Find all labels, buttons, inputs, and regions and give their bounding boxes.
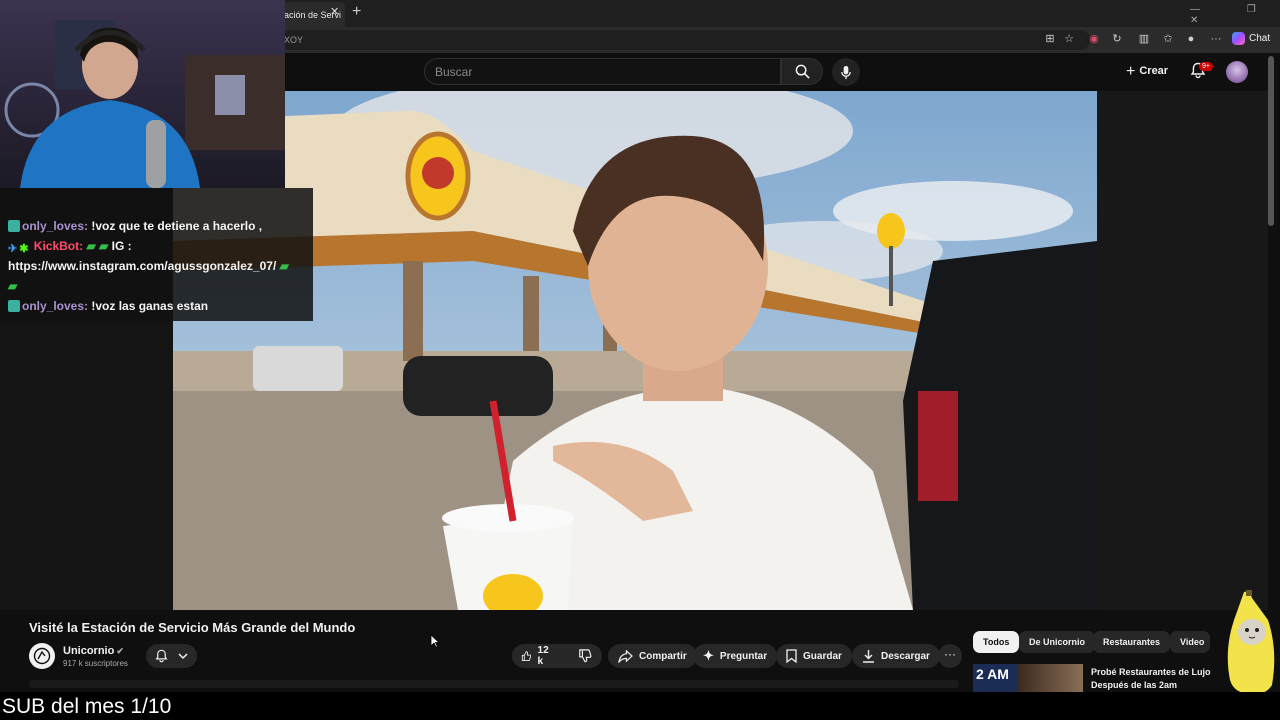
ask-label: Preguntar	[719, 650, 768, 662]
voice-search-button[interactable]	[832, 58, 860, 86]
chat-message: only_loves: !voz que te detiene a hacerl…	[8, 216, 313, 236]
car-emote-icon: ▰	[99, 239, 109, 253]
microphone-icon	[841, 65, 851, 79]
bot-badge-icon: ✈	[8, 243, 18, 255]
banana-cat-overlay	[1222, 590, 1280, 695]
chat-text: !voz que te detiene a hacerlo ,	[88, 219, 263, 233]
unicorn-logo-icon	[33, 647, 51, 665]
thumbnail-text: 2 AM	[976, 666, 1009, 682]
window-controls[interactable]: — ❐ ✕	[1190, 4, 1280, 26]
extension-icon[interactable]: ◉	[1087, 32, 1101, 46]
chip-videos[interactable]: Video	[1170, 631, 1210, 653]
webcam-scene	[4, 20, 285, 188]
profile-icon[interactable]: ●	[1184, 32, 1198, 46]
thumbs-up-icon	[521, 651, 532, 662]
like-count: 12 k	[537, 645, 549, 667]
search-input[interactable]: Buscar	[424, 58, 781, 85]
download-icon	[863, 650, 874, 663]
like-button[interactable]: 12 k	[521, 645, 552, 667]
video-player[interactable]	[173, 91, 1097, 610]
save-label: Guardar	[803, 650, 842, 662]
tab-close-icon[interactable]: ✕	[330, 5, 339, 18]
verified-icon: ✔	[116, 646, 124, 656]
chip-todos[interactable]: Todos	[973, 631, 1020, 653]
chat-label: Chat	[1249, 33, 1271, 45]
user-badge-icon	[8, 300, 20, 312]
streamer-webcam	[0, 0, 285, 188]
share-button[interactable]: Compartir	[608, 644, 697, 668]
plus-icon: +	[1126, 63, 1136, 80]
refresh-extension-icon[interactable]: ↻	[1110, 32, 1124, 46]
kick-badge-icon: ✱	[19, 243, 29, 255]
chat-emote-line: ▰	[8, 276, 313, 296]
sub-goal-caption: SUB del mes 1/10	[0, 692, 1280, 720]
chip-restaurantes[interactable]: Restaurantes	[1093, 631, 1171, 653]
page-background-left	[0, 320, 173, 610]
subscriber-count: 917 k suscriptores	[63, 659, 128, 668]
chat-message: only_loves: !voz las ganas estan	[8, 296, 313, 316]
chat-username: only_loves:	[22, 299, 89, 313]
thumbs-down-icon	[579, 649, 592, 663]
chip-de-unicornio[interactable]: De Unicornio	[1019, 631, 1096, 653]
sparkle-icon: ✦	[703, 648, 714, 663]
car-emote-icon: ▰	[8, 279, 18, 293]
url-text: XOY	[284, 35, 304, 45]
channel-avatar[interactable]	[29, 643, 55, 669]
chat-username: KickBot:	[33, 239, 84, 253]
video-title: Visité la Estación de Servicio Más Grand…	[29, 620, 356, 635]
bookmark-star-icon[interactable]: ☆	[1062, 32, 1076, 46]
player-side-area	[1097, 91, 1268, 610]
menu-dots-icon[interactable]: ···	[1209, 32, 1223, 46]
user-badge-icon	[8, 220, 20, 232]
create-label: Crear	[1139, 65, 1169, 77]
like-dislike-group: 12 k	[512, 644, 602, 668]
split-screen-icon[interactable]: ▥	[1137, 32, 1151, 46]
chat-username: only_loves:	[22, 219, 89, 233]
mouse-cursor	[430, 634, 440, 648]
url-bar[interactable]: XOY	[280, 30, 1090, 50]
download-button[interactable]: Descargar	[852, 644, 940, 668]
bookmark-icon	[786, 649, 797, 663]
search-button[interactable]	[781, 58, 823, 85]
create-button[interactable]: + Crear	[1126, 63, 1168, 81]
app-icon[interactable]: ⊞	[1043, 32, 1057, 46]
download-label: Descargar	[881, 650, 930, 662]
more-actions-button[interactable]: ···	[938, 644, 962, 668]
copilot-chat-button[interactable]: Chat	[1232, 32, 1270, 45]
chat-link-text: https://www.instagram.com/agussgonzalez_…	[8, 259, 277, 273]
notification-badge: 9+	[1199, 62, 1213, 71]
channel-name[interactable]: Unicornio ✔	[63, 645, 124, 657]
related-video-title[interactable]: Probé Restaurantes de Lujo Después de la…	[1091, 666, 1216, 692]
save-button[interactable]: Guardar	[776, 644, 852, 668]
car-emote-icon: ▰	[279, 259, 289, 273]
banana-cat-image	[1227, 590, 1275, 695]
ask-button[interactable]: ✦ Preguntar	[693, 644, 778, 668]
account-avatar[interactable]	[1226, 61, 1248, 83]
chat-message: https://www.instagram.com/agussgonzalez_…	[8, 256, 313, 276]
related-video-thumbnail[interactable]: 2 AM	[973, 664, 1083, 694]
stream-chat-overlay: only_loves: !voz que te detiene a hacerl…	[0, 188, 313, 321]
copilot-icon	[1232, 32, 1245, 45]
search-icon	[795, 64, 810, 79]
share-icon	[618, 649, 633, 663]
dislike-button[interactable]	[578, 649, 592, 663]
new-tab-button[interactable]: +	[352, 3, 361, 21]
description-box[interactable]	[29, 680, 959, 688]
chat-message: ✈ ✱ KickBot: ▰ ▰ IG :	[8, 236, 313, 256]
page-scrollbar[interactable]	[1268, 56, 1274, 226]
video-frame	[173, 91, 1097, 610]
share-label: Compartir	[639, 650, 687, 662]
chat-text: IG :	[108, 239, 132, 253]
favorites-icon[interactable]: ✩	[1161, 32, 1175, 46]
subscription-bell-button[interactable]	[146, 644, 197, 668]
chevron-down-icon	[178, 653, 188, 660]
chat-text: !voz las ganas estan	[88, 299, 209, 313]
car-emote-icon: ▰	[86, 239, 96, 253]
channel-name-text: Unicornio	[63, 645, 115, 657]
bell-icon	[155, 649, 168, 663]
